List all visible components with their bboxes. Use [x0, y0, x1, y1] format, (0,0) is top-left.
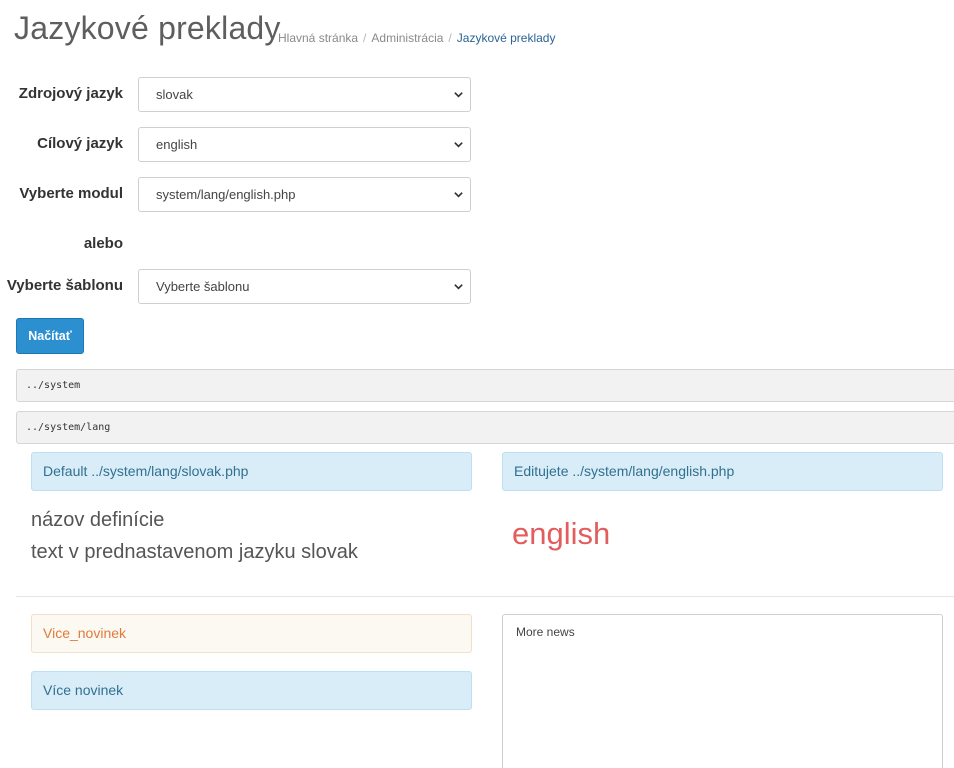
path-bar-system[interactable]: ../system	[16, 369, 954, 402]
page: Jazykové preklady Hlavná stránka / Adminis…	[0, 0, 954, 768]
breadcrumb-separator: /	[448, 31, 452, 45]
default-text-caption: text v prednastavenom jazyku slovak	[31, 541, 358, 563]
source-language-value: slovak	[156, 87, 193, 102]
breadcrumb-home-link[interactable]: Hlavná stránka	[278, 31, 358, 45]
target-language-label: Cílový jazyk	[37, 135, 123, 152]
breadcrumb-admin-link[interactable]: Administrácia	[371, 31, 443, 45]
source-language-label: Zdrojový jazyk	[18, 85, 123, 102]
page-title: Jazykové preklady	[14, 10, 281, 46]
chevron-down-icon	[454, 284, 463, 290]
divider	[16, 596, 954, 597]
module-label: Vyberte modul	[19, 185, 123, 202]
module-select[interactable]: system/lang/english.php	[138, 177, 471, 212]
target-language-heading: english	[512, 516, 611, 551]
template-select[interactable]: Vyberte šablonu	[138, 269, 471, 304]
target-language-value: english	[156, 137, 198, 152]
load-button[interactable]: Načítať	[16, 318, 84, 354]
default-text-value: Více novinek	[31, 671, 472, 710]
breadcrumb: Hlavná stránka / Administrácia / Jazykové pr…	[278, 31, 555, 45]
source-language-select[interactable]: slovak	[138, 77, 471, 112]
chevron-down-icon	[454, 142, 463, 148]
path-bar-system-lang[interactable]: ../system/lang	[16, 411, 954, 444]
or-label: alebo	[83, 235, 123, 252]
definition-name-caption: názov definície	[31, 509, 165, 531]
chevron-down-icon	[454, 92, 463, 98]
chevron-down-icon	[454, 192, 463, 198]
target-language-select[interactable]: english	[138, 127, 471, 162]
breadcrumb-current: Jazykové preklady	[456, 31, 556, 45]
template-label: Vyberte šablonu	[6, 277, 123, 294]
template-value: Vyberte šablonu	[156, 279, 250, 294]
module-value: system/lang/english.php	[156, 187, 296, 202]
default-file-header: Default ../system/lang/slovak.php	[31, 452, 472, 491]
translation-textarea[interactable]: More news	[502, 614, 943, 768]
definition-key: Vice_novinek	[31, 614, 472, 653]
breadcrumb-separator: /	[363, 31, 367, 45]
edit-file-header: Editujete ../system/lang/english.php	[502, 452, 943, 491]
